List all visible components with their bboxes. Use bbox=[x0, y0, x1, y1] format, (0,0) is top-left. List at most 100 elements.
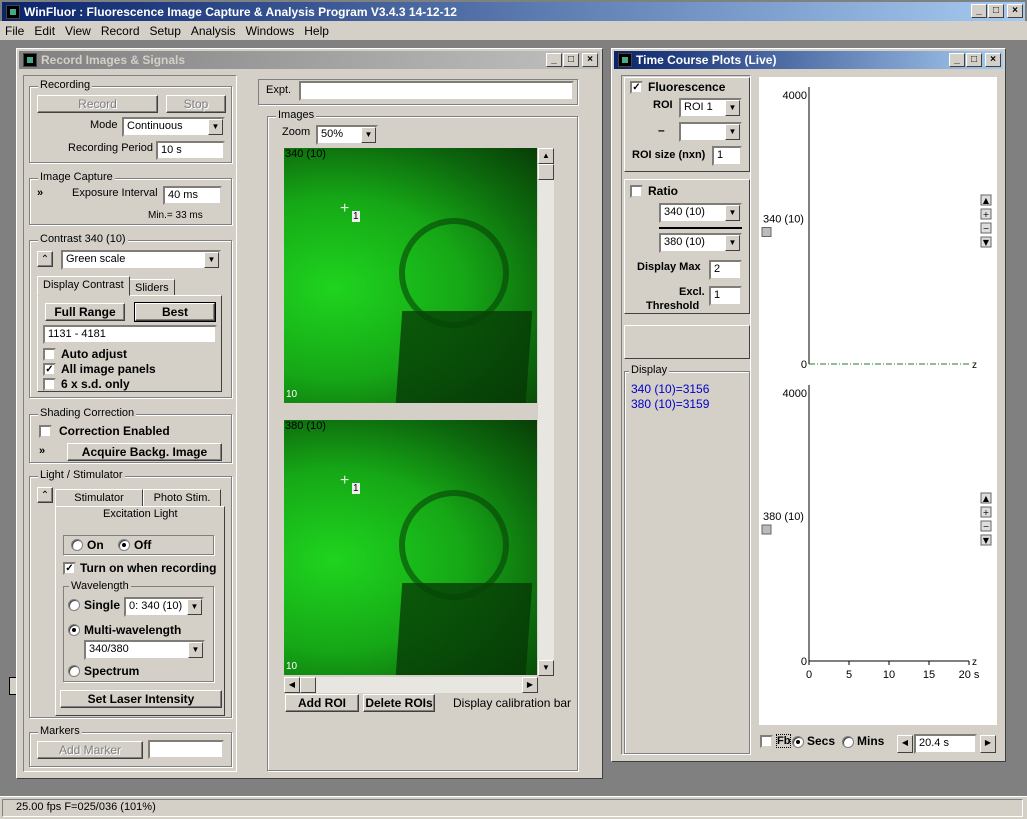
scroll-down-icon[interactable]: ▼ bbox=[538, 660, 554, 676]
tab-stimulator[interactable]: Stimulator bbox=[55, 489, 143, 507]
record-minimize-button[interactable]: _ bbox=[546, 53, 562, 67]
record-window-icon[interactable] bbox=[23, 53, 37, 67]
roi-size-input[interactable]: 1 bbox=[712, 146, 742, 166]
app-icon[interactable] bbox=[6, 4, 20, 19]
exposure-input[interactable]: 40 ms bbox=[163, 186, 222, 205]
chevron-down-icon[interactable]: ▼ bbox=[725, 235, 740, 251]
multi-wavelength-select[interactable]: 340/380 ▼ bbox=[84, 640, 205, 660]
ratio-denominator-select[interactable]: 380 (10) ▼ bbox=[659, 233, 742, 253]
scroll-thumb[interactable] bbox=[538, 164, 554, 180]
auto-adjust-checkbox[interactable] bbox=[43, 348, 56, 361]
menu-analysis[interactable]: Analysis bbox=[186, 24, 241, 38]
chevron-down-icon[interactable]: ▼ bbox=[725, 205, 740, 221]
contrast-range-input[interactable]: 1131 - 4181 bbox=[43, 325, 217, 344]
image-panel-380[interactable]: 380 (10) + 1 10 bbox=[284, 420, 537, 675]
acquire-background-button[interactable]: Acquire Backg. Image bbox=[67, 443, 222, 461]
fluorescence-checkbox[interactable]: ✓ bbox=[630, 81, 643, 94]
mode-select[interactable]: Continuous ▼ bbox=[122, 117, 225, 137]
menu-help[interactable]: Help bbox=[299, 24, 334, 38]
close-button[interactable]: × bbox=[1007, 4, 1023, 18]
ratio-checkbox[interactable] bbox=[630, 185, 643, 198]
palette-select[interactable]: Green scale ▼ bbox=[61, 250, 221, 270]
tab-display-contrast[interactable]: Display Contrast bbox=[37, 276, 130, 296]
correction-enabled-checkbox[interactable] bbox=[39, 425, 52, 438]
zoom-select[interactable]: 50% ▼ bbox=[316, 125, 378, 145]
record-window-titlebar[interactable]: Record Images & Signals _ □ × bbox=[19, 51, 600, 69]
main-titlebar[interactable]: WinFluor : Fluorescence Image Capture & … bbox=[2, 2, 1025, 21]
end-marker-label: z bbox=[972, 360, 977, 371]
secs-radio[interactable] bbox=[792, 736, 804, 748]
maximize-button[interactable]: □ bbox=[988, 4, 1004, 18]
tab-sliders[interactable]: Sliders bbox=[129, 279, 175, 296]
display-max-input[interactable]: 2 bbox=[709, 260, 742, 280]
add-roi-button[interactable]: Add ROI bbox=[285, 694, 359, 712]
record-button[interactable]: Record bbox=[37, 95, 158, 113]
stop-button[interactable]: Stop bbox=[166, 95, 226, 113]
chevron-double-down-icon[interactable]: » bbox=[37, 187, 43, 199]
menu-windows[interactable]: Windows bbox=[241, 24, 300, 38]
time-left-icon[interactable]: ◀ bbox=[897, 735, 913, 753]
collapse-icon[interactable]: ⌃ bbox=[37, 251, 53, 267]
single-wavelength-select[interactable]: 0: 340 (10) ▼ bbox=[124, 597, 204, 617]
set-laser-intensity-button[interactable]: Set Laser Intensity bbox=[60, 690, 222, 708]
fb-checkbox[interactable] bbox=[760, 735, 773, 748]
marker-text-input[interactable] bbox=[148, 740, 224, 759]
scroll-left-icon[interactable]: ◀ bbox=[284, 677, 300, 693]
image-panel-340[interactable]: 340 (10) + 1 10 bbox=[284, 148, 537, 403]
delete-rois-button[interactable]: Delete ROIs bbox=[363, 694, 435, 712]
menu-setup[interactable]: Setup bbox=[145, 24, 186, 38]
full-range-button[interactable]: Full Range bbox=[45, 303, 125, 321]
roi-select[interactable]: ROI 1 ▼ bbox=[679, 98, 742, 118]
tab-photo-stim[interactable]: Photo Stim. bbox=[143, 489, 221, 507]
plot-close-button[interactable]: × bbox=[985, 53, 1001, 67]
horizontal-scrollbar[interactable] bbox=[284, 677, 538, 693]
minimize-button[interactable]: _ bbox=[971, 4, 987, 18]
record-maximize-button[interactable]: □ bbox=[563, 53, 579, 67]
record-close-button[interactable]: × bbox=[582, 53, 598, 67]
time-course-charts[interactable]: 4000 0 340 (10) z ▲ + − ▼ 4000 0 380 (10) z ▲ + − ▼ 0 5 10… bbox=[759, 77, 997, 725]
chevron-down-icon[interactable]: ▼ bbox=[208, 119, 223, 135]
plot-minimize-button[interactable]: _ bbox=[949, 53, 965, 67]
plot-window-icon[interactable] bbox=[618, 53, 632, 67]
chevron-down-icon[interactable]: ▼ bbox=[188, 642, 203, 658]
calibration-bar-label[interactable]: Display calibration bar bbox=[453, 696, 571, 710]
spectrum-radio[interactable] bbox=[68, 665, 80, 677]
scroll-right-icon[interactable]: ▶ bbox=[522, 677, 538, 693]
roi-crosshair-icon[interactable]: + bbox=[340, 472, 349, 490]
collapse-icon[interactable]: ⌃ bbox=[37, 487, 53, 503]
chevron-double-down-icon[interactable]: » bbox=[39, 445, 45, 457]
sd-only-checkbox[interactable] bbox=[43, 378, 56, 391]
background-roi-select[interactable]: ▼ bbox=[679, 122, 742, 142]
chevron-down-icon[interactable]: ▼ bbox=[725, 124, 740, 140]
all-panels-checkbox[interactable]: ✓ bbox=[43, 363, 56, 376]
excl-threshold-input[interactable]: 1 bbox=[709, 286, 742, 306]
chevron-down-icon[interactable]: ▼ bbox=[204, 252, 219, 268]
time-right-icon[interactable]: ▶ bbox=[980, 735, 996, 753]
plot-maximize-button[interactable]: □ bbox=[966, 53, 982, 67]
chevron-down-icon[interactable]: ▼ bbox=[361, 127, 376, 143]
chevron-down-icon[interactable]: ▼ bbox=[187, 599, 202, 615]
light-off-radio[interactable] bbox=[118, 539, 130, 551]
scroll-up-icon[interactable]: ▲ bbox=[538, 148, 554, 164]
menu-edit[interactable]: Edit bbox=[29, 24, 60, 38]
recording-period-input[interactable]: 10 s bbox=[156, 141, 225, 160]
plot-window-titlebar[interactable]: Time Course Plots (Live) _ □ × bbox=[614, 51, 1003, 69]
time-window-input[interactable]: 20.4 s bbox=[914, 734, 977, 754]
single-radio[interactable] bbox=[68, 599, 80, 611]
menu-view[interactable]: View bbox=[60, 24, 96, 38]
roi-crosshair-icon[interactable]: + bbox=[340, 200, 349, 218]
mins-radio[interactable] bbox=[842, 736, 854, 748]
best-button[interactable]: Best bbox=[134, 302, 216, 322]
expt-input[interactable] bbox=[299, 81, 574, 101]
light-on-radio[interactable] bbox=[71, 539, 83, 551]
chevron-down-icon[interactable]: ▼ bbox=[725, 100, 740, 116]
vertical-scrollbar[interactable] bbox=[538, 148, 554, 675]
menu-record[interactable]: Record bbox=[96, 24, 145, 38]
excl-label: Excl. bbox=[679, 286, 705, 298]
menu-file[interactable]: File bbox=[0, 24, 29, 38]
turn-on-recording-checkbox[interactable]: ✓ bbox=[63, 562, 76, 575]
add-marker-button[interactable]: Add Marker bbox=[37, 741, 143, 759]
multi-wavelength-radio[interactable] bbox=[68, 624, 80, 636]
scroll-thumb-h[interactable] bbox=[300, 677, 316, 693]
ratio-numerator-select[interactable]: 340 (10) ▼ bbox=[659, 203, 742, 223]
